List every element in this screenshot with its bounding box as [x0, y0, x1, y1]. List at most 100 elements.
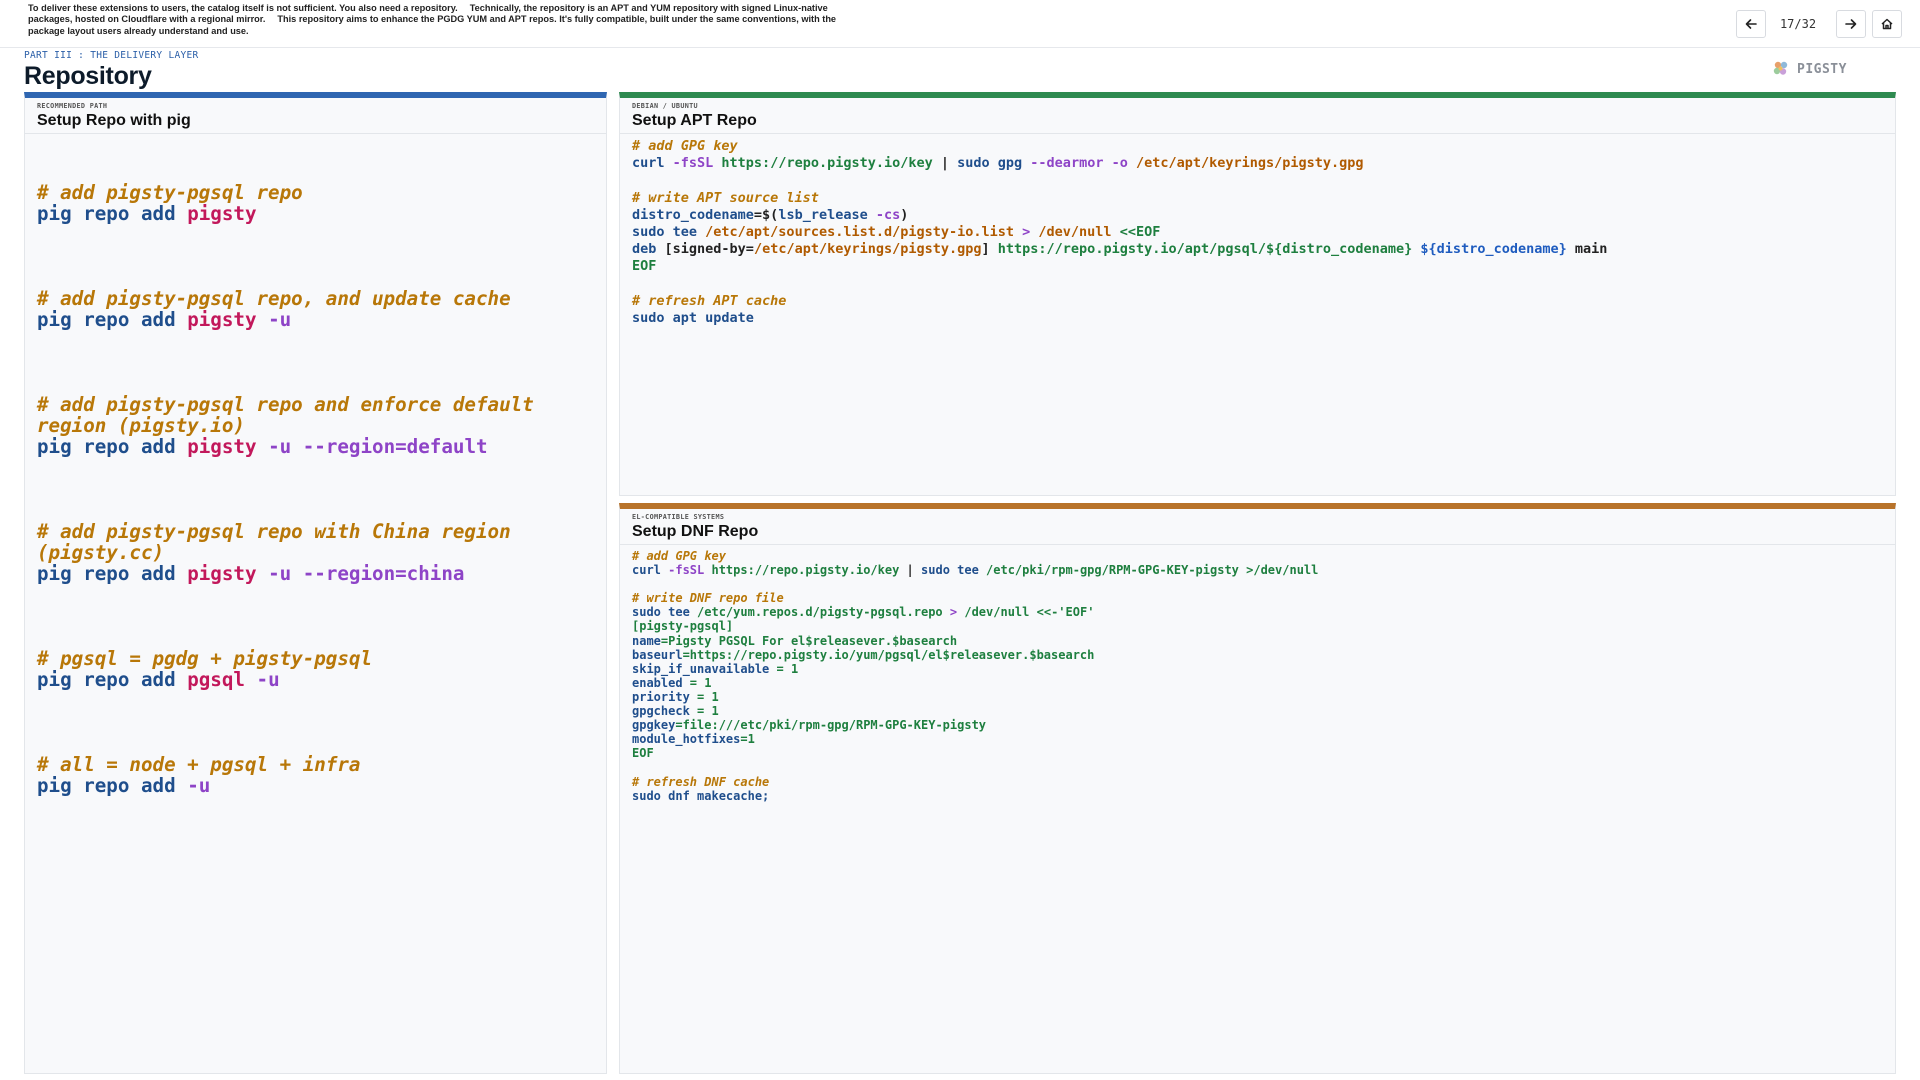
pigsty-logo-icon — [1773, 61, 1788, 75]
slide-counter: 17/32 — [1779, 17, 1817, 31]
home-icon — [1881, 18, 1893, 30]
code-comment: # add pigsty-pgsql repo and enforce defa… — [37, 393, 534, 437]
arrow-right-icon — [1845, 19, 1857, 29]
code-token: = 1 — [689, 689, 719, 704]
home-button[interactable] — [1872, 10, 1902, 38]
code-line: deb [signed-by=/etc/apt/keyrings/pigsty.… — [632, 241, 1883, 258]
code-token: curl — [632, 563, 661, 578]
top-bar: To deliver these extensions to users, th… — [0, 0, 1920, 48]
code-token: sudo gpg — [957, 155, 1023, 172]
code-token: enabled — [632, 675, 683, 690]
code-token: = 1 — [689, 704, 719, 719]
code-token: =1 — [740, 732, 755, 747]
code-line: [pigsty-pgsql] — [632, 619, 734, 634]
dnf-code-block: # add GPG key curl -fsSL https://repo.pig… — [620, 545, 1895, 803]
code-token: = 1 — [682, 675, 712, 690]
code-token: https://repo.pigsty.io/apt/pgsql/${distr… — [997, 241, 1413, 258]
code-token: distro_codename — [632, 206, 754, 223]
code-token: > — [942, 605, 965, 620]
card-header: EL-COMPATIBLE SYSTEMS Setup DNF Repo — [620, 509, 1895, 545]
card-kicker: RECOMMENDED PATH — [37, 102, 108, 110]
code-line: sudo tee /etc/yum.repos.d/pigsty-pgsql.r… — [632, 605, 1883, 619]
code-snippet: # add pigsty-pgsql repo and enforce defa… — [37, 394, 594, 457]
code-token: <<EOF — [1111, 224, 1161, 241]
code-package: pigsty — [187, 562, 257, 585]
code-comment: # refresh DNF cache — [632, 774, 770, 789]
code-token: =file:///etc/pki/rpm-gpg/RPM-GPG-KEY-pig… — [675, 718, 987, 733]
speaker-notes: To deliver these extensions to users, th… — [28, 3, 848, 37]
code-comment: # refresh APT cache — [632, 292, 787, 309]
code-token: name — [632, 633, 661, 648]
code-token: module_hotfixes — [632, 732, 741, 747]
code-line: sudo dnf makecache; — [632, 788, 770, 803]
code-package: pigsty — [187, 308, 257, 331]
code-token: sudo tee — [921, 563, 979, 578]
code-token: /etc/apt/keyrings/pigsty.gpg — [753, 241, 982, 258]
code-command: pig repo add — [37, 308, 176, 331]
code-comment: # add pigsty-pgsql repo with China regio… — [37, 520, 511, 564]
code-token: https://repo.pigsty.io/key — [711, 563, 900, 578]
code-comment: # write APT source list — [632, 189, 819, 206]
card-setup-dnf-repo: EL-COMPATIBLE SYSTEMS Setup DNF Repo # a… — [619, 503, 1896, 1074]
code-flag: -u — [256, 668, 280, 691]
code-token: curl — [632, 155, 665, 172]
apt-code-block: # add GPG key curl -fsSL https://repo.pig… — [620, 134, 1895, 327]
code-token: -fsSL — [664, 155, 722, 172]
card-header: RECOMMENDED PATH Setup Repo with pig — [25, 98, 606, 134]
code-line: skip_if_unavailable = 1 — [632, 662, 1883, 676]
code-token: /etc/pki/rpm-gpg/RPM-GPG-KEY-pigsty — [978, 563, 1239, 578]
code-token: /etc/apt/sources.list.d/pigsty-io.list — [697, 224, 1015, 241]
code-package: pigsty — [187, 202, 257, 225]
code-token: ${distro_codename} — [1412, 241, 1567, 258]
code-token: main — [1566, 241, 1608, 258]
code-package: pigsty — [187, 435, 257, 458]
next-slide-button[interactable] — [1836, 10, 1866, 38]
card-kicker: EL-COMPATIBLE SYSTEMS — [632, 513, 725, 521]
code-line: sudo tee /etc/apt/sources.list.d/pigsty-… — [632, 224, 1883, 241]
code-token: deb — [632, 241, 657, 258]
code-comment: # add GPG key — [632, 138, 738, 154]
code-token: /dev/null — [964, 605, 1030, 620]
brand-name: PIGSTY — [1797, 61, 1847, 77]
card-kicker: DEBIAN / UBUNTU — [632, 102, 698, 110]
code-line: priority = 1 — [632, 690, 1883, 704]
code-line: curl -fsSL https://repo.pigsty.io/key | … — [632, 155, 1883, 172]
brand-logo: PIGSTY — [1772, 60, 1847, 78]
card-setup-repo-pig: RECOMMENDED PATH Setup Repo with pig # a… — [24, 92, 607, 1074]
code-token: --dearmor -o — [1022, 155, 1136, 172]
code-token: >/dev/null — [1238, 563, 1319, 578]
code-token: lsb_release — [778, 206, 868, 223]
code-snippet: # add pigsty-pgsql repo pig repo add pigs… — [37, 182, 594, 224]
code-flag: -u — [187, 774, 211, 797]
code-command: pig repo add — [37, 202, 176, 225]
code-line: module_hotfixes=1 — [632, 732, 1883, 746]
code-line: distro_codename=$(lsb_release -cs) — [632, 207, 1883, 224]
code-line: EOF — [632, 746, 654, 761]
section-eyebrow: PART III : THE DELIVERY LAYER — [24, 50, 199, 61]
code-line: EOF — [632, 258, 657, 275]
card-setup-apt-repo: DEBIAN / UBUNTU Setup APT Repo # add GPG… — [619, 92, 1896, 496]
note-line: To deliver these extensions to users, th… — [28, 3, 458, 13]
code-token: sudo tee — [632, 224, 698, 241]
code-package: pgsql — [187, 668, 245, 691]
card-title: Setup APT Repo — [632, 112, 757, 129]
code-comment: # add pigsty-pgsql repo, and update cach… — [37, 287, 511, 310]
code-comment: # write DNF repo file — [632, 591, 784, 606]
code-token: priority — [632, 689, 690, 704]
code-snippet: # add pigsty-pgsql repo with China regio… — [37, 521, 594, 584]
code-token: > — [1014, 224, 1039, 241]
code-line: gpgkey=file:///etc/pki/rpm-gpg/RPM-GPG-K… — [632, 718, 1883, 732]
card-title: Setup Repo with pig — [37, 112, 191, 129]
code-flag: -u --region=default — [268, 435, 488, 458]
code-comment: # add pigsty-pgsql repo — [37, 181, 303, 204]
code-line: baseurl=https://repo.pigsty.io/yum/pgsql… — [632, 648, 1883, 662]
code-token: /etc/apt/keyrings/pigsty.gpg — [1135, 155, 1364, 172]
prev-slide-button[interactable] — [1736, 10, 1766, 38]
code-token: skip_if_unavailable — [632, 661, 770, 676]
code-token: baseurl — [632, 647, 683, 662]
code-token: ) — [900, 206, 909, 223]
code-command: pig repo add — [37, 435, 176, 458]
code-line: gpgcheck = 1 — [632, 704, 1883, 718]
code-token: /dev/null — [1038, 224, 1112, 241]
card-header: DEBIAN / UBUNTU Setup APT Repo — [620, 98, 1895, 134]
